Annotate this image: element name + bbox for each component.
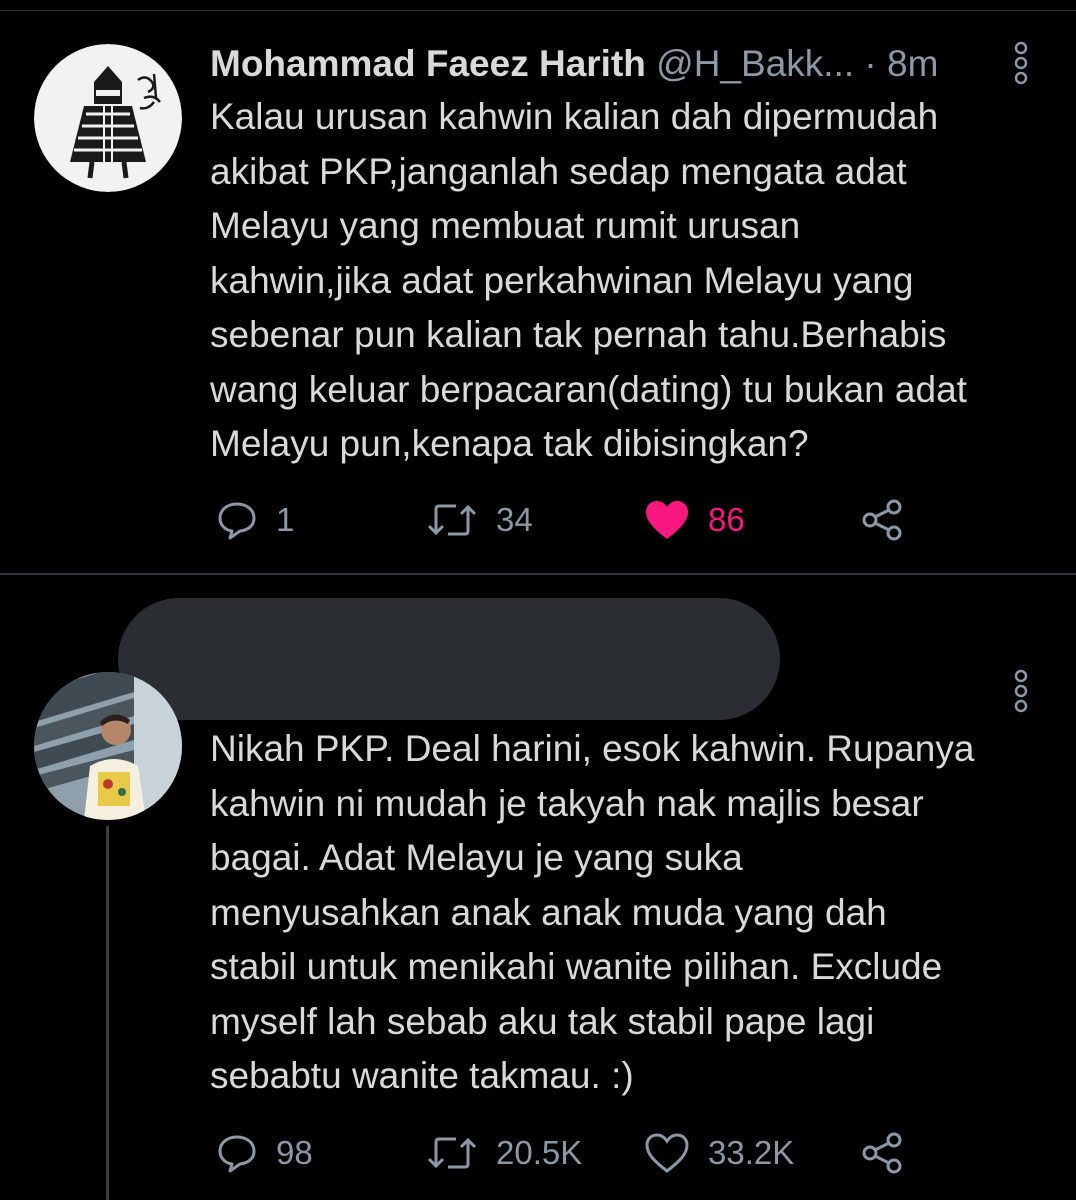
retweet-icon	[427, 1137, 477, 1169]
like-icon	[646, 501, 688, 539]
separator-dot: ·	[864, 43, 877, 84]
retweet-count: 20.5K	[496, 1134, 583, 1171]
thread-line	[106, 826, 109, 1200]
reply-icon	[218, 1135, 256, 1173]
avatar[interactable]	[34, 672, 182, 820]
tweet-line: akibat PKP,janganlah sedap mengata adat	[210, 150, 907, 192]
share-button[interactable]	[860, 495, 906, 545]
top-divider	[0, 10, 1076, 11]
tweet-text: Kalau urusan kahwin kalian dah dipermuda…	[210, 90, 1055, 472]
reply-icon	[218, 502, 256, 540]
tweet-line: menyusahkan anak anak muda yang dah	[210, 891, 887, 933]
redacted-header	[118, 598, 780, 720]
retweet-icon	[427, 504, 477, 536]
tweet-line: Melayu yang membuat rumit urusan	[210, 205, 801, 246]
tweet-line: bagai. Adat Melayu je yang suka	[210, 837, 743, 878]
retweet-button[interactable]: 34	[426, 495, 533, 545]
tweet-text: Nikah PKP. Deal harini, esok kahwin. Rup…	[210, 722, 1055, 1104]
tweet-line: Nikah PKP. Deal harini, esok kahwin. Rup…	[210, 728, 975, 769]
tweet-line: stabil untuk menikahi wanite pilihan. Ex…	[210, 946, 943, 987]
tweet-line: sebenar pun kalian tak pernah tahu.Berha…	[210, 314, 947, 355]
reply-button[interactable]: 98	[216, 1128, 313, 1178]
user-handle[interactable]: @H_Bakk...	[656, 43, 854, 84]
reply-button[interactable]: 1	[216, 495, 294, 545]
tweet-divider	[0, 573, 1076, 575]
tweet-line: Kalau urusan kahwin kalian dah dipermuda…	[210, 96, 939, 137]
display-name[interactable]: Mohammad Faeez Harith	[210, 43, 646, 84]
reply-count: 98	[276, 1134, 313, 1171]
retweet-count: 34	[496, 501, 533, 538]
share-button[interactable]	[860, 1128, 906, 1178]
tweet-line: Melayu pun,kenapa tak dibisingkan?	[210, 423, 809, 464]
retweet-button[interactable]: 20.5K	[426, 1128, 582, 1178]
tweet-line: kahwin ni mudah je takyah nak majlis bes…	[210, 782, 924, 824]
more-icon[interactable]	[1012, 40, 1030, 88]
avatar[interactable]	[34, 44, 182, 192]
like-button[interactable]: 33.2K	[644, 1128, 794, 1178]
tweet-line: sebabtu wanite takmau. :)	[210, 1055, 634, 1096]
tweet-line: wang keluar berpacaran(dating) tu bukan …	[210, 368, 967, 410]
like-button[interactable]: 86	[644, 495, 745, 545]
share-icon	[862, 499, 902, 541]
like-count: 33.2K	[708, 1134, 795, 1171]
tweet-header: Mohammad Faeez Harith @H_Bakk... · 8m	[210, 40, 1000, 88]
tweet-actions: 98 20.5K 33.2K	[210, 1128, 930, 1178]
tweet-actions: 1 34 86	[210, 495, 930, 545]
share-icon	[862, 1132, 902, 1174]
tweet-line: kahwin,jika adat perkahwinan Melayu yang	[210, 259, 914, 301]
timestamp[interactable]: 8m	[887, 43, 938, 84]
like-icon	[645, 1133, 689, 1173]
like-count: 86	[708, 501, 745, 538]
reply-count: 1	[276, 501, 295, 538]
more-icon[interactable]	[1012, 668, 1030, 716]
tweet-line: myself lah sebab aku tak stabil pape lag…	[210, 1000, 875, 1042]
